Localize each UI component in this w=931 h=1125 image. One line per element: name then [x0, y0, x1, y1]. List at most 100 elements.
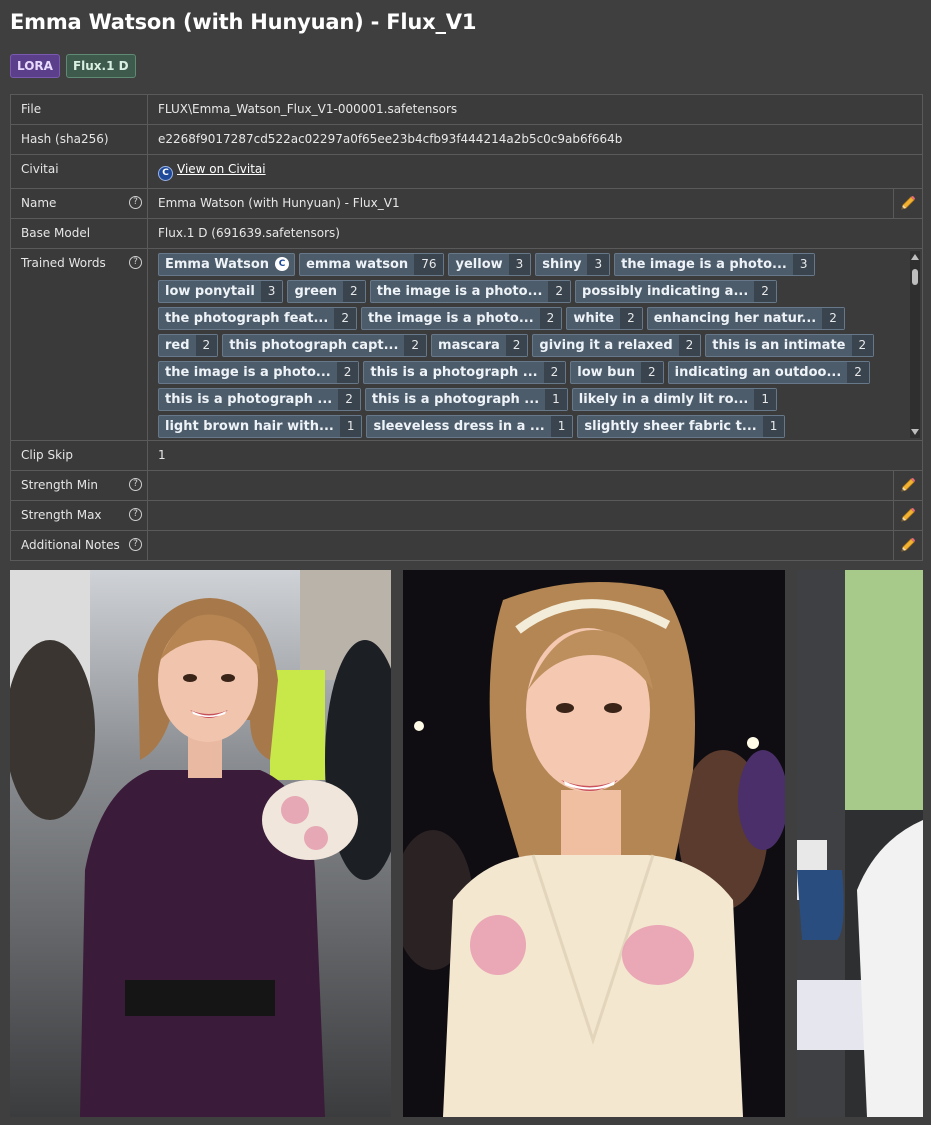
trained-word-count: 2 — [641, 362, 663, 383]
row-strength-max: Strength Max? — [10, 500, 923, 531]
trained-word-chip[interactable]: emma watson 76 — [299, 253, 445, 276]
trained-word-count: 2 — [336, 362, 359, 383]
trained-word-text: mascara — [438, 338, 500, 353]
edit-notes-button[interactable] — [893, 530, 923, 561]
hash-label: Hash (sha256) — [10, 124, 148, 155]
trained-word-chip[interactable]: green 2 — [287, 280, 366, 303]
trained-word-text: this is a photograph ... — [165, 392, 333, 407]
page-title: Emma Watson (with Hunyuan) - Flux_V1 — [10, 10, 477, 34]
view-on-civitai-link[interactable]: View on Civitai — [177, 162, 266, 176]
file-label: File — [10, 94, 148, 125]
trained-word-count: 1 — [762, 416, 785, 437]
trained-word-text: indicating an outdoo... — [674, 365, 842, 380]
trained-word-chip[interactable]: the image is a photo... 2 — [369, 280, 572, 303]
edit-strength-min-button[interactable] — [893, 470, 923, 501]
trained-word-chip[interactable]: the image is a photo... 2 — [360, 307, 563, 330]
trained-word-count: 2 — [505, 335, 528, 356]
trained-word-chip[interactable]: mascara 2 — [431, 334, 529, 357]
trained-word-chip[interactable]: shiny 3 — [535, 253, 611, 276]
trained-word-count: 2 — [620, 308, 642, 329]
civitai-logo-icon: C — [275, 257, 290, 271]
trained-word-chip[interactable]: enhancing her natur... 2 — [646, 307, 845, 330]
trained-word-count: 2 — [195, 335, 218, 356]
trained-word-text: the image is a photo... — [376, 284, 543, 299]
help-circle-icon[interactable]: ? — [129, 196, 142, 209]
row-file: File FLUX\Emma_Watson_Flux_V1-000001.saf… — [10, 94, 923, 125]
row-name: Name? Emma Watson (with Hunyuan) - Flux_… — [10, 188, 923, 219]
trained-word-count: 3 — [508, 254, 531, 275]
trained-word-chip[interactable]: Emma Watson C — [158, 253, 296, 276]
trained-word-chip[interactable]: sleeveless dress in a ... 1 — [366, 415, 574, 438]
clip-skip-label: Clip Skip — [10, 440, 148, 471]
trained-word-chip[interactable]: this is a photograph ... 2 — [158, 388, 361, 411]
trained-word-chip[interactable]: the image is a photo... 3 — [614, 253, 816, 276]
help-circle-icon[interactable]: ? — [129, 478, 142, 491]
pencil-icon — [901, 538, 915, 552]
example-image-2[interactable] — [403, 570, 785, 1117]
trained-word-chip[interactable]: possibly indicating a... 2 — [575, 280, 777, 303]
trained-word-count: 3 — [260, 281, 283, 302]
help-circle-icon[interactable]: ? — [129, 256, 142, 269]
trained-word-chip[interactable]: this is an intimate 2 — [705, 334, 875, 357]
trained-word-count: 1 — [550, 416, 573, 437]
trained-word-count: 2 — [822, 308, 844, 329]
hash-value: e2268f9017287cd522ac02297a0f65ee23b4cfb9… — [147, 124, 923, 155]
trained-word-chip[interactable]: white 2 — [566, 307, 643, 330]
trained-words-scroll[interactable]: Emma Watson Cemma watson 76 yellow 3 shiny 3th… — [148, 249, 922, 440]
trained-word-text: this is an intimate — [712, 338, 846, 353]
trained-word-chip[interactable]: low bun 2 — [570, 361, 664, 384]
help-circle-icon[interactable]: ? — [129, 538, 142, 551]
trained-word-chip[interactable]: slightly sheer fabric t... 1 — [577, 415, 786, 438]
example-image-3[interactable] — [797, 570, 923, 1117]
trained-word-count: 1 — [339, 416, 362, 437]
trained-word-chip[interactable]: giving it a relaxed 2 — [532, 334, 702, 357]
trained-word-text: Emma Watson — [165, 257, 270, 272]
scroll-down-arrow-icon[interactable] — [911, 429, 919, 435]
trained-word-text: the image is a photo... — [367, 311, 534, 326]
trained-word-chip[interactable]: indicating an outdoo... 2 — [667, 361, 870, 384]
row-trained-words: Trained Words? Emma Watson Cemma watson 76… — [10, 248, 923, 441]
trained-word-text: low ponytail — [165, 284, 255, 299]
trained-word-chip[interactable]: likely in a dimly lit ro... 1 — [571, 388, 778, 411]
civitai-label: Civitai — [10, 154, 148, 189]
trained-word-chip[interactable]: this is a photograph ... 2 — [363, 361, 567, 384]
civitai-logo-icon: C — [158, 166, 173, 181]
strength-max-value — [147, 500, 894, 531]
help-circle-icon[interactable]: ? — [129, 508, 142, 521]
row-clip-skip: Clip Skip 1 — [10, 440, 923, 471]
trained-word-count: 2 — [754, 281, 776, 302]
name-label: Name? — [10, 188, 148, 219]
row-base-model: Base Model Flux.1 D (691639.safetensors) — [10, 218, 923, 249]
badge-group: LORA Flux.1 D — [10, 54, 136, 78]
clip-skip-value: 1 — [147, 440, 923, 471]
base-model-label: Base Model — [10, 218, 148, 249]
file-value: FLUX\Emma_Watson_Flux_V1-000001.safetens… — [147, 94, 923, 125]
scroll-up-arrow-icon[interactable] — [911, 254, 919, 260]
edit-strength-max-button[interactable] — [893, 500, 923, 531]
trained-word-text: sleeveless dress in a ... — [373, 419, 545, 434]
trained-word-chip[interactable]: yellow 3 — [448, 253, 532, 276]
trained-word-chip[interactable]: low ponytail 3 — [158, 280, 284, 303]
scrollbar[interactable] — [910, 251, 920, 438]
edit-name-button[interactable] — [893, 188, 923, 219]
row-civitai: Civitai C View on Civitai — [10, 154, 923, 189]
pencil-icon — [901, 508, 915, 522]
example-image-1[interactable] — [10, 570, 391, 1117]
type-badge: LORA — [10, 54, 60, 78]
scroll-thumb[interactable] — [912, 269, 918, 285]
additional-notes-label: Additional Notes? — [10, 530, 148, 561]
trained-word-chip[interactable]: the photograph feat... 2 — [158, 307, 357, 330]
trained-word-chip[interactable]: light brown hair with... 1 — [158, 415, 363, 438]
pencil-icon — [901, 196, 915, 210]
trained-word-count: 76 — [414, 254, 444, 275]
trained-word-chip[interactable]: red 2 — [158, 334, 219, 357]
trained-word-text: emma watson — [306, 257, 409, 272]
example-image-gallery[interactable] — [10, 570, 923, 1117]
trained-word-chip[interactable]: this is a photograph ... 1 — [364, 388, 568, 411]
trained-word-chip[interactable]: this photograph capt... 2 — [222, 334, 428, 357]
trained-word-count: 2 — [548, 281, 571, 302]
trained-word-text: white — [573, 311, 615, 326]
base-model-badge: Flux.1 D — [65, 54, 136, 78]
trained-word-chip[interactable]: the image is a photo... 2 — [158, 361, 360, 384]
trained-word-text: shiny — [542, 257, 582, 272]
